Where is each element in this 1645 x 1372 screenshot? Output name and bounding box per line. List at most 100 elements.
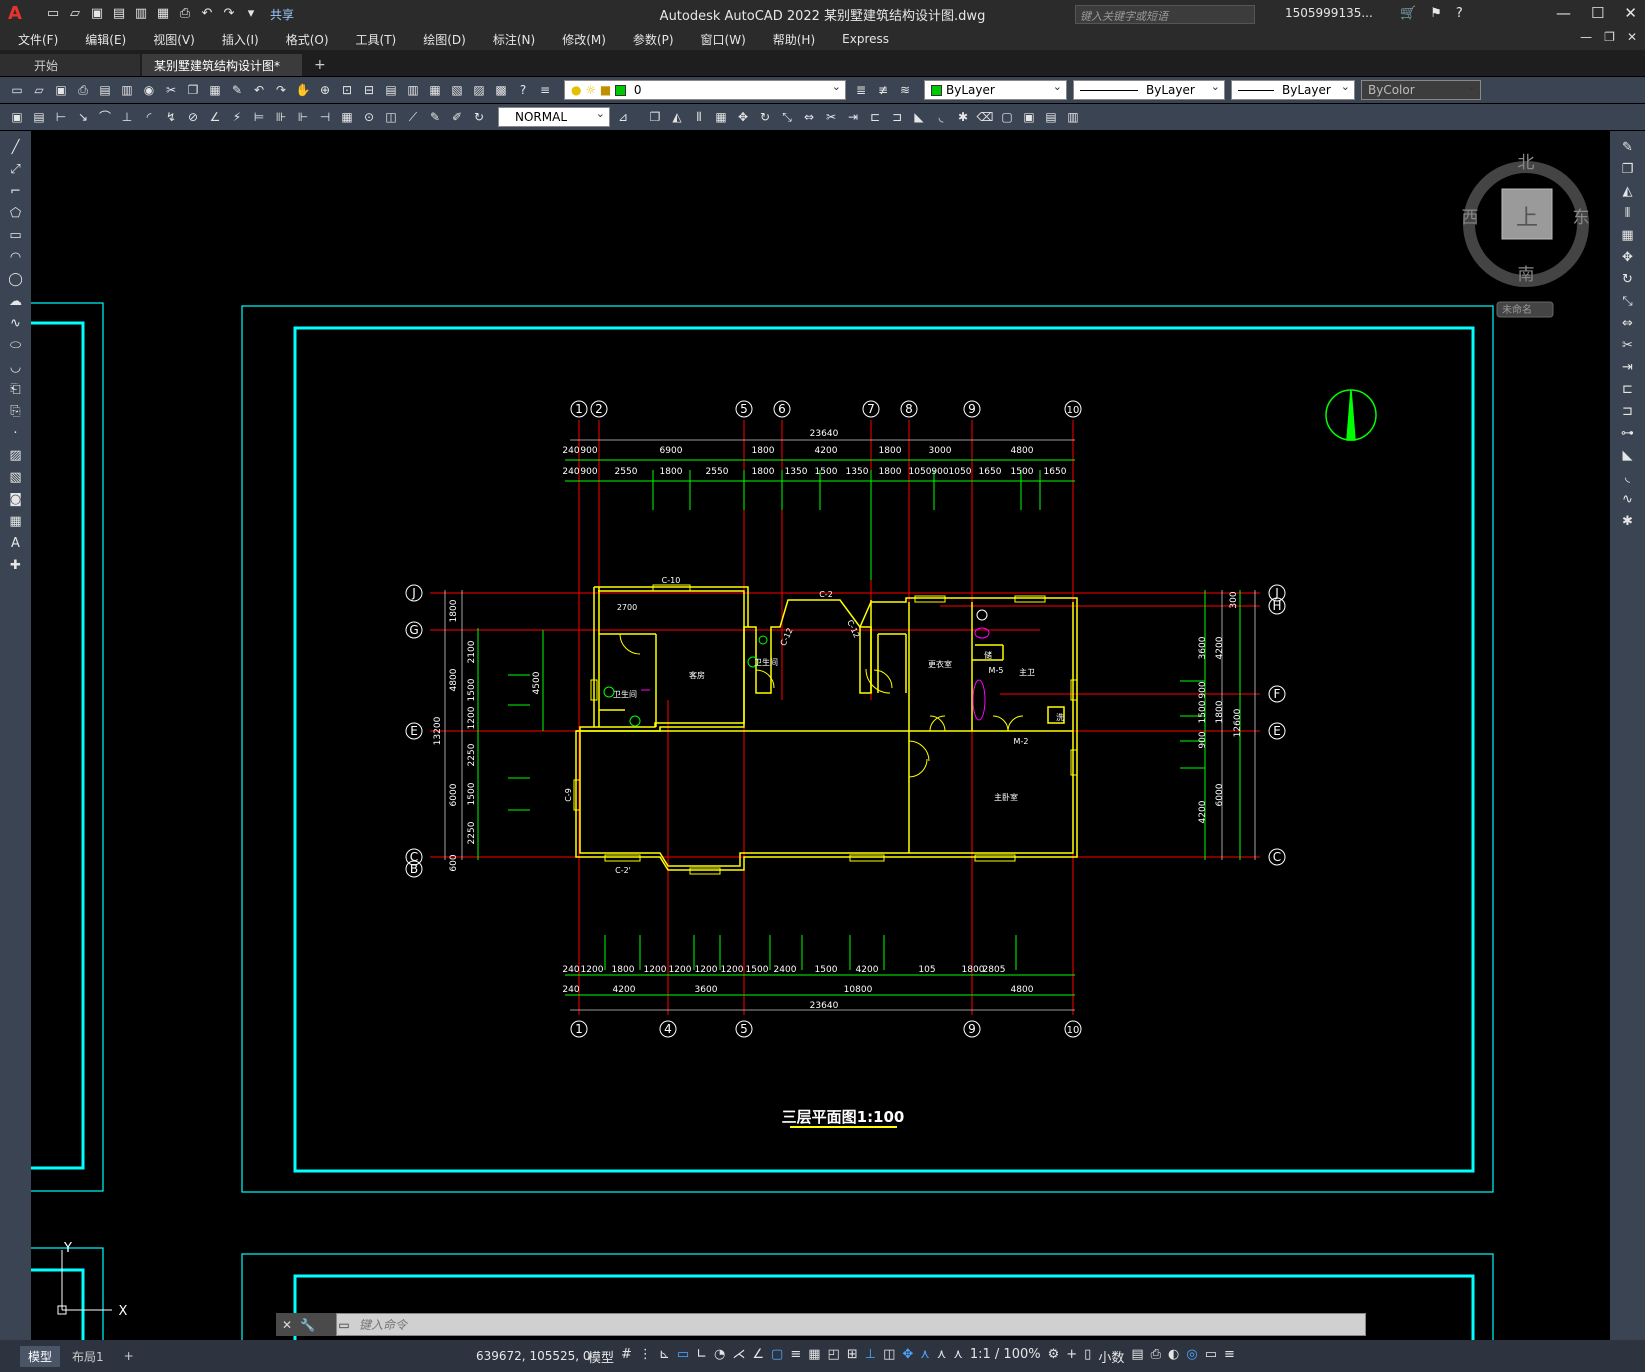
menu-express[interactable]: Express <box>842 32 889 46</box>
dim-radius-icon[interactable]: ◜ <box>140 108 158 126</box>
stretch-icon[interactable]: ⇔ <box>800 108 818 126</box>
units-value[interactable]: 小数 <box>1098 1347 1124 1366</box>
cart-icon[interactable]: 🛒 <box>1400 6 1416 21</box>
tab-layout1[interactable]: 布局1 <box>64 1346 112 1367</box>
dim-ordinate-icon[interactable]: ⊥ <box>118 108 136 126</box>
a360-icon[interactable]: ⚑ <box>1430 6 1442 21</box>
open-icon[interactable]: ▱ <box>30 81 48 99</box>
menu-view[interactable]: 视图(V) <box>153 31 195 48</box>
polyline-icon[interactable]: ⌐ <box>7 183 25 200</box>
open-file-icon[interactable]: ▱ <box>66 5 84 23</box>
spline-icon[interactable]: ∿ <box>7 315 25 332</box>
dim-update-icon[interactable]: ↻ <box>470 108 488 126</box>
ungroup-icon[interactable]: ▣ <box>1020 108 1038 126</box>
make-block-icon[interactable]: ▣ <box>8 108 26 126</box>
scale-right-icon[interactable]: ⤡ <box>1619 293 1637 310</box>
paste-icon[interactable]: ▦ <box>206 81 224 99</box>
offset-icon[interactable]: ⫴ <box>690 108 708 126</box>
close-button[interactable]: ✕ <box>1624 4 1637 22</box>
point-icon[interactable]: ▤ <box>1042 108 1060 126</box>
annotation-visibility-icon[interactable]: ⋏ <box>920 1347 930 1366</box>
doc-restore-icon[interactable]: ❐ <box>1604 30 1615 44</box>
menu-parametric[interactable]: 参数(P) <box>633 31 674 48</box>
rotate-icon[interactable]: ↻ <box>756 108 774 126</box>
break-point-icon[interactable]: ⊏ <box>1619 381 1637 398</box>
snap-icon[interactable]: ⋮ <box>639 1347 652 1366</box>
rotate-right-icon[interactable]: ↻ <box>1619 271 1637 288</box>
erase-icon[interactable]: ⌫ <box>976 108 994 126</box>
hardware-accel-icon[interactable]: ◎ <box>1186 1347 1197 1366</box>
fillet-right-icon[interactable]: ◟ <box>1619 469 1637 486</box>
tolerance-icon[interactable]: ▦ <box>338 108 356 126</box>
offset-right-icon[interactable]: ⫴ <box>1619 205 1637 222</box>
chamfer-right-icon[interactable]: ◣ <box>1619 447 1637 464</box>
dim-continue-icon[interactable]: ⊪ <box>272 108 290 126</box>
undo-tb-icon[interactable]: ↶ <box>250 81 268 99</box>
linetype-dropdown[interactable]: ByLayer <box>1073 78 1225 100</box>
insert-block-left-icon[interactable]: ⎗ <box>7 381 25 398</box>
isolate-objects-icon[interactable]: ◐ <box>1168 1347 1179 1366</box>
dim-angular-icon[interactable]: ∠ <box>206 108 224 126</box>
extend-icon[interactable]: ⇥ <box>844 108 862 126</box>
dimstyle-dropdown[interactable]: NORMAL <box>498 105 610 127</box>
import-icon[interactable]: ▥ <box>132 5 150 23</box>
annotation-scale-icon[interactable]: ⋏ <box>953 1347 963 1366</box>
lineweight-icon[interactable]: ≡ <box>790 1347 801 1366</box>
gradient-icon[interactable]: ▧ <box>7 469 25 486</box>
selection-filter-icon[interactable]: ◫ <box>883 1347 895 1366</box>
menu-help[interactable]: 帮助(H) <box>773 31 815 48</box>
group-icon[interactable]: ▢ <box>998 108 1016 126</box>
mtext-icon[interactable]: A <box>7 535 25 552</box>
lock-ui-icon[interactable]: ⎙ <box>1151 1347 1161 1366</box>
dim-text-edit-icon[interactable]: ✐ <box>448 108 466 126</box>
layer-previous-icon[interactable]: ≣ <box>852 81 870 99</box>
selection-cycling-icon[interactable]: ◰ <box>828 1347 840 1366</box>
hatch-icon[interactable]: ▨ <box>7 447 25 464</box>
join-right-icon[interactable]: ⊶ <box>1619 425 1637 442</box>
save-tb-icon[interactable]: ▣ <box>52 81 70 99</box>
cmd-prompt-icon[interactable]: ▭ <box>337 1318 351 1332</box>
maximize-button[interactable]: ☐ <box>1591 4 1604 22</box>
ellipse-icon[interactable]: ⬭ <box>7 337 25 354</box>
autocad-logo-icon[interactable]: A <box>8 4 28 24</box>
doc-minimize-icon[interactable]: — <box>1580 30 1592 44</box>
move-icon[interactable]: ✥ <box>734 108 752 126</box>
tab-drawing[interactable]: 某别墅建筑结构设计图* ✕ <box>142 54 302 88</box>
close-cmd-icon[interactable]: ✕ <box>282 1318 292 1332</box>
customize-cmd-icon[interactable]: 🔧 <box>300 1318 315 1332</box>
workspace-icon[interactable]: ⚙ <box>1048 1347 1060 1366</box>
stretch-right-icon[interactable]: ⇔ <box>1619 315 1637 332</box>
point-left-icon[interactable]: · <box>7 425 25 442</box>
mirror-right-icon[interactable]: ◭ <box>1619 183 1637 200</box>
new-file-icon[interactable]: ▭ <box>44 5 62 23</box>
mirror-icon[interactable]: ◭ <box>668 108 686 126</box>
center-mark-icon[interactable]: ⊙ <box>360 108 378 126</box>
annotation-monitor-icon[interactable]: + <box>1066 1347 1077 1366</box>
clean-screen-icon[interactable]: ▭ <box>1205 1347 1217 1366</box>
dim-diameter-icon[interactable]: ⊘ <box>184 108 202 126</box>
autoscale-icon[interactable]: ⋏ <box>937 1347 947 1366</box>
fillet-icon[interactable]: ◟ <box>932 108 950 126</box>
pan-icon[interactable]: ✋ <box>294 81 312 99</box>
dim-baseline-icon[interactable]: ⊨ <box>250 108 268 126</box>
layer-dropdown[interactable]: ● ☼ ■ 0 <box>564 78 846 100</box>
polygon-icon[interactable]: ⬠ <box>7 205 25 222</box>
dim-arc-icon[interactable]: ⌒ <box>96 108 114 126</box>
move-right-icon[interactable]: ✥ <box>1619 249 1637 266</box>
save-icon[interactable]: ▣ <box>88 5 106 23</box>
tab-model[interactable]: 模型 <box>20 1345 61 1367</box>
transparency-icon[interactable]: ▦ <box>808 1347 820 1366</box>
undo-icon[interactable]: ↶ <box>198 5 216 23</box>
table-icon[interactable]: ▦ <box>7 513 25 530</box>
copy-icon[interactable]: ❐ <box>184 81 202 99</box>
search-input[interactable]: 键入关键字或短语 <box>1075 5 1255 24</box>
break-right-icon[interactable]: ⊐ <box>1619 403 1637 420</box>
dim-jogged-icon[interactable]: ↯ <box>162 108 180 126</box>
arc-icon[interactable]: ◠ <box>7 249 25 266</box>
design-center-icon[interactable]: ▥ <box>404 81 422 99</box>
blend-icon[interactable]: ∿ <box>1619 491 1637 508</box>
publish-icon[interactable]: ▥ <box>118 81 136 99</box>
export-icon[interactable]: ▦ <box>154 5 172 23</box>
chamfer-icon[interactable]: ◣ <box>910 108 928 126</box>
doc-close-icon[interactable]: ✕ <box>1627 30 1637 44</box>
